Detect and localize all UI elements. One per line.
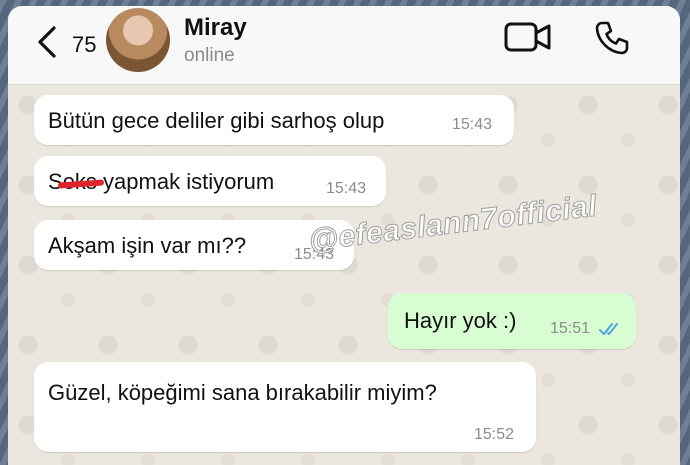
voice-call-button[interactable] [594,20,630,61]
message-time: 15:52 [474,426,515,443]
message-bubble[interactable]: Bütün gece deliler gibi sarhoş olup 15:4… [34,95,514,145]
message-text: Güzel, köpeğimi sana bırakabilir miyim? [48,380,437,405]
unread-count: 75 [72,32,97,57]
message-text: Akşam işin var mı?? [48,233,247,258]
back-button[interactable]: 75 [32,20,108,66]
contact-status: online [184,45,235,66]
message-text: Hayır yok :) [404,308,517,333]
message-bubble-outgoing[interactable]: Hayır yok :) 15:51 [388,293,636,349]
message-bubble[interactable]: Güzel, köpeğimi sana bırakabilir miyim? … [34,362,536,452]
message-bubble[interactable]: Akşam işin var mı?? 15:43 [34,220,354,270]
message-text: Bütün gece deliler gibi sarhoş olup [48,108,385,133]
message-time: 15:43 [326,180,367,197]
chevron-left-icon [38,26,56,58]
message-text-suffix: yapmak istiyorum [96,169,275,194]
phone-icon [595,21,629,55]
message-time: 15:51 [550,320,591,337]
chat-header: 75 Miray online [8,6,680,85]
video-camera-icon [504,22,551,52]
contact-name[interactable]: Miray [184,14,247,42]
avatar[interactable] [106,8,170,72]
double-check-icon [599,323,618,335]
video-call-button[interactable] [504,20,552,59]
message-list: Bütün gece deliler gibi sarhoş olup 15:4… [8,85,680,465]
message-time: 15:43 [452,116,493,133]
message-bubble[interactable]: Seks yapmak istiyorum 15:43 [34,156,386,206]
chat-window: 75 Miray online Bütün gece deliler gibi … [8,6,680,465]
